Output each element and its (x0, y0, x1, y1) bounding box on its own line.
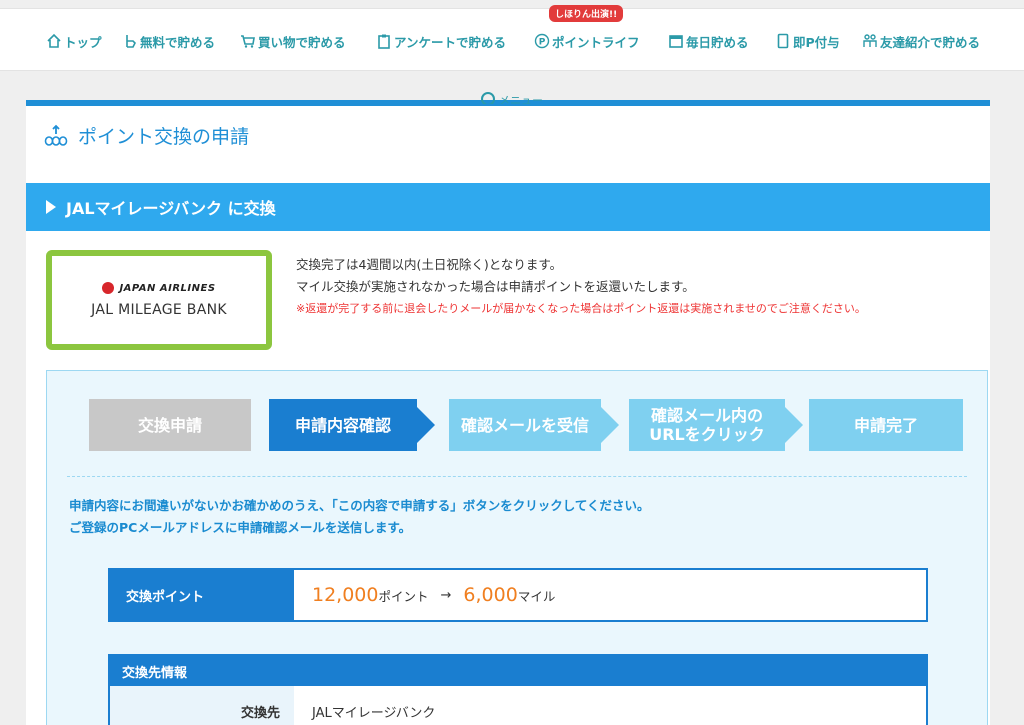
step-flow: 交換申請 申請内容確認 確認メールを受信 確認メール内の URLをクリック 申請… (89, 399, 963, 451)
nav-item-survey[interactable]: アンケートで貯める (376, 31, 506, 51)
nav-item-label: 毎日貯める (686, 34, 749, 50)
jal-logo-top: JAPAN AIRLINES (102, 282, 215, 294)
step-5: 申請完了 (809, 399, 963, 451)
calendar-icon (669, 35, 683, 48)
triangle-icon (46, 200, 56, 214)
step-4-label-line-1: 確認メール内の (650, 406, 763, 425)
instructions: 申請内容にお間違いがないかお確かめのうえ、「この内容で申請する」ボタンをクリック… (69, 495, 650, 539)
instructions-line-1: 申請内容にお間違いがないかお確かめのうえ、「この内容で申請する」ボタンをクリック… (69, 498, 650, 513)
nav-item-free[interactable]: 無料で貯める (122, 31, 215, 51)
info-warning: ※返還が完了する前に退会したりメールが届かなくなった場合はポイント返還は実施され… (296, 302, 866, 315)
destination-table: 交換先情報 交換先 JALマイレージバンク (108, 654, 928, 725)
nav-item-label: 買い物で貯める (258, 34, 346, 50)
nav-item-label: 友達紹介で貯める (880, 34, 981, 50)
p-circle-icon: P (534, 33, 550, 49)
nav-item-label: 即P付与 (793, 34, 840, 50)
arrow-right-icon: → (440, 587, 452, 603)
destination-header: 交換先情報 (110, 656, 926, 686)
exchange-icon (44, 124, 68, 146)
destination-row: 交換先 JALマイレージバンク (110, 686, 926, 725)
step-arrow (785, 407, 803, 443)
step-2-label: 申請内容確認 (294, 415, 391, 435)
nav-item-label: ポイントライフ (552, 34, 640, 50)
nav-item-pointlife[interactable]: P ポイントライフ (534, 31, 640, 51)
nav-item-label: アンケートで貯める (394, 34, 507, 50)
promo-badge[interactable]: しほりん出演!! (549, 5, 624, 22)
nav-item-instant[interactable]: 即P付与 (775, 31, 840, 51)
step-5-label: 申請完了 (853, 415, 918, 435)
step-3-label: 確認メールを受信 (460, 415, 589, 435)
cart-icon (241, 35, 255, 48)
exchange-points-value: 12,000 ポイント → 6,000 マイル (294, 570, 926, 620)
top-nav: トップ 無料で貯める 買い物で貯める アンケートで貯める P ポイントライフ 毎… (0, 8, 1024, 71)
info-line-1: 交換完了は4週間以内(土日祝除く)となります。 (296, 257, 563, 272)
nav-item-daily[interactable]: 毎日貯める (668, 31, 749, 51)
step-4-label-line-2: URLをクリック (649, 425, 765, 444)
destination-value: JALマイレージバンク (312, 706, 436, 721)
phone-icon (777, 33, 789, 49)
hand-icon (126, 35, 136, 48)
exchange-points-label: 交換ポイント (110, 570, 294, 620)
nav-item-label: 無料で貯める (140, 34, 216, 50)
points-amount: 12,000 (312, 584, 379, 606)
nav-item-label: トップ (64, 34, 102, 50)
page-title: ポイント交換の申請 (44, 122, 249, 149)
page-title-text: ポイント交換の申請 (78, 126, 250, 148)
step-1: 交換申請 (89, 399, 251, 451)
step-3: 確認メールを受信 (449, 399, 601, 451)
instructions-line-2: ご登録のPCメールアドレスに申請確認メールを送信します。 (69, 520, 412, 535)
jal-logo-bottom: JAL MILEAGE BANK (91, 302, 227, 318)
section-header: JALマイレージバンク に交換 (26, 183, 990, 231)
step-arrow (601, 407, 619, 443)
clipboard-icon (378, 34, 390, 49)
step-2: 申請内容確認 (269, 399, 417, 451)
destination-label: 交換先 (110, 686, 294, 725)
divider (67, 476, 967, 477)
miles-unit: マイル (517, 588, 556, 604)
info-line-2: マイル交換が実施されなかった場合は申請ポイントを返還いたします。 (296, 279, 695, 294)
jal-logo-top-text: JAPAN AIRLINES (119, 282, 216, 294)
nav-item-referral[interactable]: 友達紹介で貯める (862, 31, 980, 51)
menu-icon (481, 92, 495, 104)
people-icon (863, 34, 877, 47)
step-panel: 交換申請 申請内容確認 確認メールを受信 確認メール内の URLをクリック 申請… (46, 370, 988, 725)
svg-text:P: P (539, 38, 546, 48)
home-icon (47, 33, 61, 48)
step-1-label: 交換申請 (137, 415, 202, 435)
menu-label: メニュー (499, 94, 543, 104)
exchange-points-table: 交換ポイント 12,000 ポイント → 6,000 マイル (108, 568, 928, 622)
main-card: ポイント交換の申請 JALマイレージバンク に交換 JAPAN AIRLINES… (26, 100, 990, 725)
nav-item-shopping[interactable]: 買い物で貯める (240, 31, 346, 51)
menu-tab[interactable]: メニュー (481, 92, 543, 104)
miles-amount: 6,000 (463, 584, 518, 606)
points-unit: ポイント (378, 588, 429, 604)
nav-item-top[interactable]: トップ (46, 31, 102, 51)
step-4: 確認メール内の URLをクリック (629, 399, 785, 451)
step-arrow (417, 407, 435, 443)
crane-icon (102, 282, 115, 294)
info-text: 交換完了は4週間以内(土日祝除く)となります。 マイル交換が実施されなかった場合… (296, 254, 866, 320)
section-header-text: JALマイレージバンク に交換 (66, 199, 276, 218)
jal-logo: JAPAN AIRLINES JAL MILEAGE BANK (46, 250, 272, 350)
